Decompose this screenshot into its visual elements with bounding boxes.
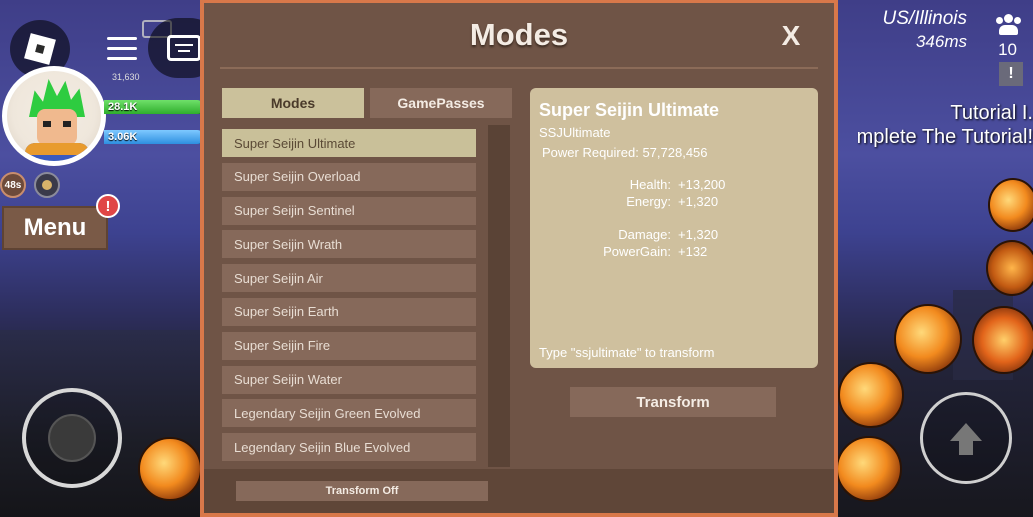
modal-header: Modes X	[204, 3, 834, 69]
warning-icon[interactable]: !	[999, 62, 1023, 86]
mode-list: Super Seijin Ultimate Super Seijin Overl…	[222, 129, 476, 467]
roblox-logo-icon	[24, 33, 56, 65]
chat-icon	[167, 35, 201, 61]
menu-button[interactable]: Menu	[2, 206, 108, 250]
tutorial-title: Tutorial I.	[950, 102, 1033, 124]
stat-powergain: PowerGain: +132	[603, 244, 708, 259]
mode-item[interactable]: Super Seijin Overload	[222, 162, 476, 191]
server-region: US/Illinois	[882, 8, 967, 29]
punch-skill-icon[interactable]	[972, 306, 1033, 374]
modal-title: Modes	[469, 17, 569, 52]
mode-list-scrollbar[interactable]	[488, 125, 510, 467]
mode-item[interactable]: Super Seijin Ultimate	[222, 129, 476, 157]
player-level-text: 31,630	[112, 72, 140, 82]
mode-item[interactable]: Super Seijin Earth	[222, 297, 476, 326]
player-avatar	[2, 66, 106, 166]
transform-hint: Type "ssjultimate" to transform	[539, 345, 715, 360]
health-bar: 28.1K	[104, 100, 204, 114]
energy-wave-skill-icon[interactable]	[838, 362, 904, 428]
mode-detail-code: SSJUltimate	[539, 125, 611, 140]
mode-item[interactable]: Super Seijin Air	[222, 264, 476, 293]
players-icon[interactable]	[995, 14, 1021, 36]
player-count: 10	[998, 40, 1017, 59]
server-ping: 346ms	[915, 32, 967, 51]
header-divider	[220, 67, 818, 69]
mode-power-required: Power Required: 57,728,456	[542, 145, 708, 160]
stat-health: Health: +13,200	[629, 177, 726, 192]
mode-detail-panel: Super Seijin Ultimate SSJUltimate Power …	[530, 88, 818, 368]
dash-skill-icon[interactable]	[138, 437, 202, 501]
fire-dash-skill-icon[interactable]	[988, 178, 1033, 232]
energy-bar: 3.06K	[104, 130, 204, 144]
ki-blast-skill-icon[interactable]	[894, 304, 962, 374]
hamburger-menu-icon[interactable]	[90, 18, 154, 78]
mode-item[interactable]: Super Seijin Fire	[222, 331, 476, 360]
transform-off-button[interactable]: Transform Off	[236, 481, 488, 501]
close-button[interactable]: X	[776, 21, 806, 51]
menu-alert-badge: !	[96, 194, 120, 218]
jump-button[interactable]	[920, 392, 1012, 484]
mode-item[interactable]: Legendary Seijin Green Evolved	[222, 399, 476, 428]
target-skill-icon[interactable]	[986, 240, 1033, 296]
mode-item[interactable]: Super Seijin Water	[222, 365, 476, 394]
stat-energy: Energy: +1,320	[626, 194, 719, 209]
mode-item[interactable]: Legendary Seijin Blue Evolved	[222, 433, 476, 462]
power-up-skill-icon[interactable]	[836, 436, 902, 502]
joystick-knob[interactable]	[48, 414, 96, 462]
mode-detail-name: Super Seijin Ultimate	[539, 100, 720, 120]
bomb-icon	[34, 172, 60, 198]
stat-damage: Damage: +1,320	[618, 227, 719, 242]
mode-item[interactable]: Super Seijin Sentinel	[222, 196, 476, 225]
cooldown-timer-badge: 48s	[0, 172, 26, 198]
tab-gamepasses[interactable]: GamePasses	[370, 88, 512, 118]
transform-button[interactable]: Transform	[570, 387, 776, 417]
modes-modal: Modes X Modes GamePasses Super Seijin Ul…	[200, 0, 838, 517]
tutorial-subtitle: mplete The Tutorial!	[856, 126, 1033, 148]
mode-item[interactable]: Super Seijin Wrath	[222, 230, 476, 259]
jump-arrow-icon	[950, 423, 982, 455]
movement-joystick[interactable]	[22, 388, 122, 488]
tab-modes[interactable]: Modes	[222, 88, 364, 118]
